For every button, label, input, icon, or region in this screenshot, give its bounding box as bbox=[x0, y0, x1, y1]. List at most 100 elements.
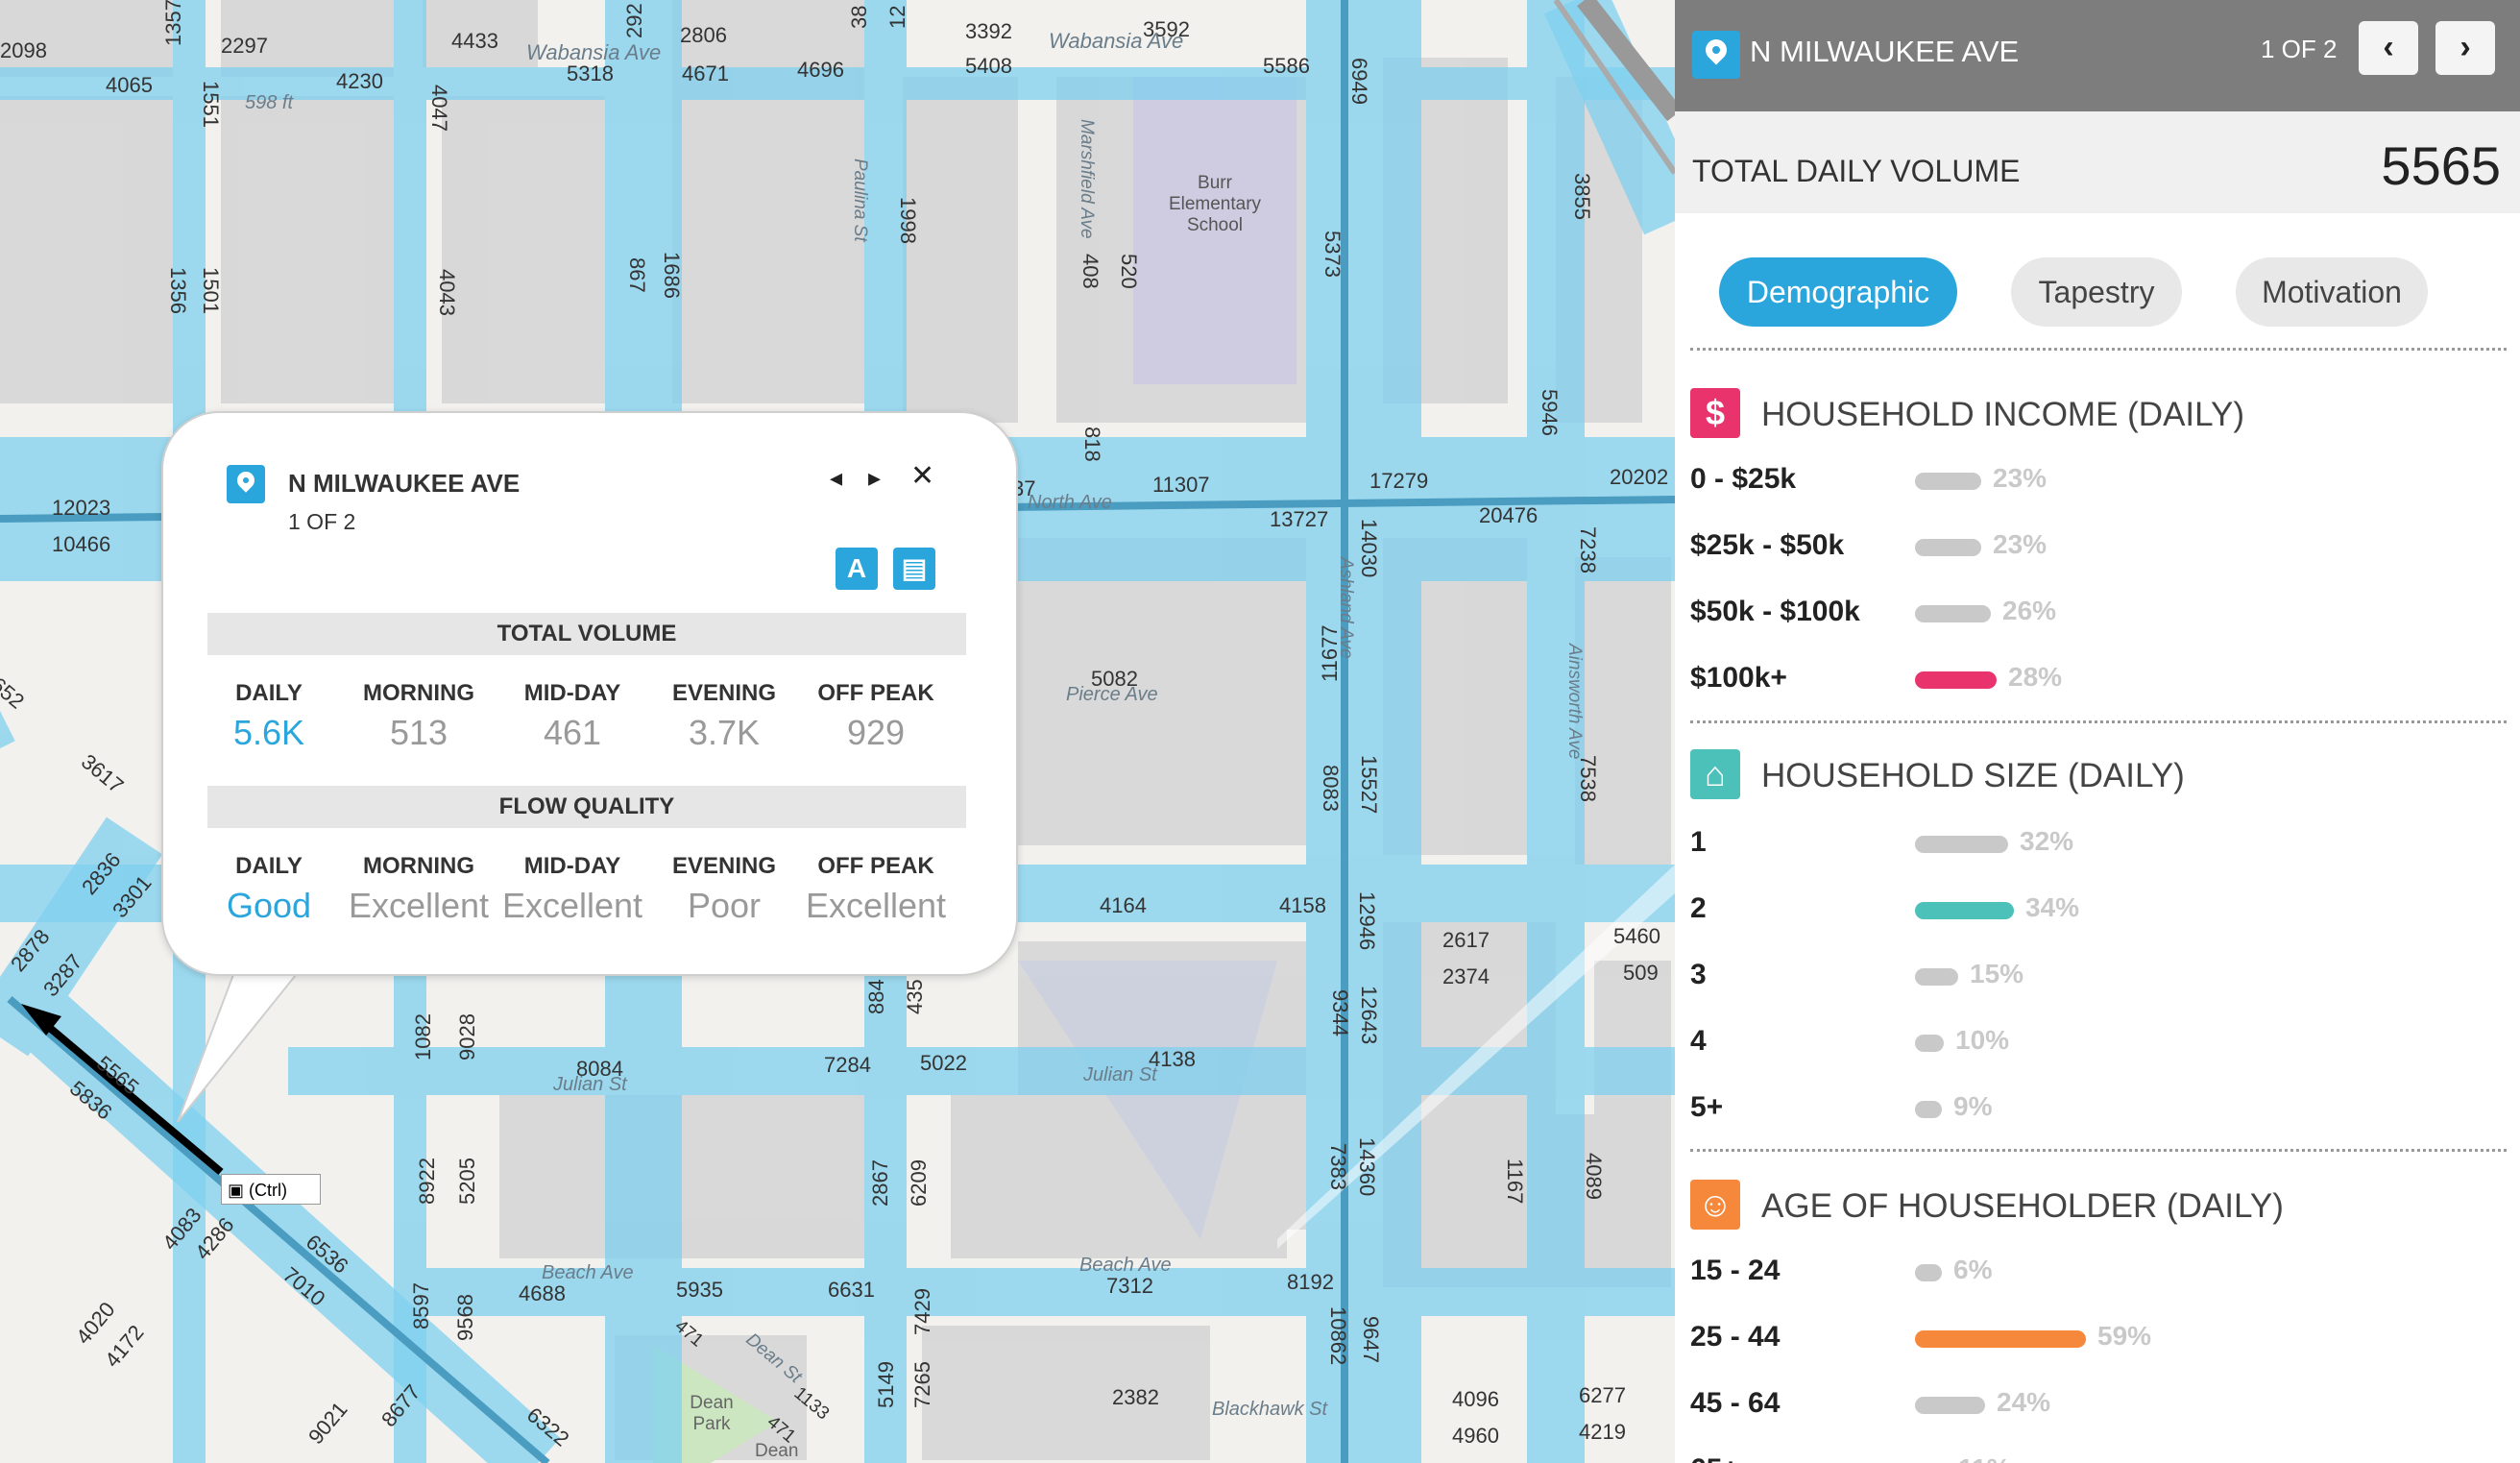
street-label: Ashland Ave bbox=[1336, 557, 1356, 659]
map-label: 4089 bbox=[1582, 1153, 1606, 1200]
stat-bar bbox=[1915, 1035, 1944, 1052]
stat-row: 3 15% bbox=[1690, 955, 2507, 997]
map-label: Dean bbox=[755, 1441, 799, 1461]
stat-row: 4 10% bbox=[1690, 1021, 2507, 1063]
map-label: 9028 bbox=[455, 1013, 479, 1061]
street-label: Marshfield Ave bbox=[1077, 119, 1097, 239]
feature-popup: N MILWAUKEE AVE 1 OF 2 ◂ ▸ ✕ A ▤ TOTAL V… bbox=[161, 411, 1018, 976]
map-label: 6949 bbox=[1347, 58, 1371, 105]
flow-label: MORNING bbox=[363, 853, 474, 879]
flow-label: OFF PEAK bbox=[817, 853, 934, 879]
panel-page-count: 1 OF 2 bbox=[2261, 35, 2338, 63]
popup-next-button[interactable]: ▸ bbox=[868, 463, 881, 493]
map-label: 20202 bbox=[1610, 465, 1669, 489]
map-label: 5460 bbox=[1613, 924, 1660, 948]
stat-label: 4 bbox=[1690, 1025, 1707, 1057]
panel-prev-button[interactable]: ‹ bbox=[2359, 21, 2418, 75]
stat-row: 65+ 11% bbox=[1690, 1450, 2507, 1463]
map-label: 8922 bbox=[415, 1158, 439, 1205]
flow-value: Excellent bbox=[348, 886, 490, 925]
stat-bar bbox=[1915, 836, 2008, 853]
stat-label: 0 - $25k bbox=[1690, 463, 1797, 495]
map-label: 4096 bbox=[1452, 1387, 1499, 1411]
total-daily-volume: TOTAL DAILY VOLUME 5565 bbox=[1675, 111, 2520, 213]
map-label: 12643 bbox=[1357, 986, 1381, 1045]
panel-title: N MILWAUKEE AVE bbox=[1750, 35, 2020, 68]
map-label: 7238 bbox=[1576, 526, 1600, 573]
chevron-right-icon: › bbox=[2459, 29, 2471, 65]
map-label: 867 bbox=[625, 257, 649, 293]
map-label: 2867 bbox=[868, 1159, 892, 1207]
map-label: 15527 bbox=[1357, 755, 1381, 815]
map-label: 884 bbox=[864, 979, 888, 1014]
street-label: Paulina St bbox=[850, 158, 870, 242]
map-label: 5373 bbox=[1321, 231, 1345, 278]
street-label: Julian St bbox=[553, 1074, 627, 1095]
tab-motivation[interactable]: Motivation bbox=[2236, 257, 2428, 327]
home-icon: ⌂ bbox=[1690, 749, 1740, 799]
map-label: 7429 bbox=[910, 1288, 934, 1335]
map-label: 2374 bbox=[1442, 964, 1490, 988]
stat-percent: 6% bbox=[1953, 1255, 1993, 1284]
location-pin-icon bbox=[227, 465, 265, 503]
flow-quality-header: FLOW QUALITY bbox=[207, 786, 966, 828]
map-label: 6277 bbox=[1579, 1383, 1626, 1407]
stat-row: $25k - $50k 23% bbox=[1690, 525, 2507, 568]
popup-close-button[interactable]: ✕ bbox=[910, 459, 934, 493]
stat-label: 3 bbox=[1690, 959, 1707, 990]
map-label: 8597 bbox=[409, 1282, 433, 1329]
volume-value: 513 bbox=[389, 713, 448, 752]
stat-label: 65+ bbox=[1690, 1453, 1739, 1463]
map-label: 4158 bbox=[1279, 893, 1326, 917]
map-label: 1551 bbox=[199, 81, 223, 128]
stat-bar bbox=[1915, 968, 1958, 986]
map-label: 4065 bbox=[106, 73, 153, 97]
paste-options-label: (Ctrl) bbox=[249, 1181, 287, 1200]
stat-label: $100k+ bbox=[1690, 662, 1787, 694]
map-label: 4671 bbox=[682, 61, 729, 85]
map-label: 4043 bbox=[435, 269, 459, 316]
map-label: 408 bbox=[1078, 254, 1102, 289]
map-label: 2098 bbox=[0, 38, 47, 62]
stat-bar bbox=[1915, 1264, 1942, 1281]
flow-morning: MORNING Excellent bbox=[342, 853, 496, 926]
volume-label: EVENING bbox=[671, 680, 777, 706]
map-label: 5022 bbox=[920, 1051, 967, 1075]
stat-row: 5+ 9% bbox=[1690, 1087, 2507, 1130]
stat-bar bbox=[1915, 902, 2014, 919]
total-volume-label: TOTAL DAILY VOLUME bbox=[1692, 154, 2021, 188]
volume-evening: EVENING 3.7K bbox=[647, 680, 801, 753]
map-label: 38 bbox=[847, 5, 871, 29]
stat-row: 25 - 44 59% bbox=[1690, 1317, 2507, 1359]
panel-next-button[interactable]: › bbox=[2435, 21, 2495, 75]
stat-bar bbox=[1915, 1101, 1942, 1118]
map-scale-label: 598 ft bbox=[245, 92, 294, 113]
person-icon: ☺ bbox=[1690, 1180, 1740, 1230]
map-label: 1501 bbox=[199, 267, 223, 314]
map-label: 5586 bbox=[1263, 54, 1310, 78]
popup-prev-button[interactable]: ◂ bbox=[830, 463, 842, 493]
map-label: 4433 bbox=[451, 29, 498, 53]
map-label: 6631 bbox=[828, 1278, 875, 1302]
zoom-to-icon[interactable]: A bbox=[836, 548, 878, 590]
report-icon[interactable]: ▤ bbox=[893, 548, 935, 590]
stat-label: 2 bbox=[1690, 892, 1707, 924]
tab-tapestry[interactable]: Tapestry bbox=[2011, 257, 2182, 327]
stat-bar bbox=[1915, 671, 1997, 689]
volume-midday: MID-DAY 461 bbox=[496, 680, 649, 753]
street-label: Pierce Ave bbox=[1066, 684, 1158, 705]
total-volume-value: 5565 bbox=[2381, 135, 2501, 196]
map-label: 2617 bbox=[1442, 928, 1490, 952]
map-label: 3855 bbox=[1570, 173, 1594, 220]
popup-page-count: 1 OF 2 bbox=[288, 509, 356, 534]
flow-label: MID-DAY bbox=[523, 853, 621, 879]
street-label: Beach Ave bbox=[542, 1262, 634, 1283]
map-label: 11307 bbox=[1152, 473, 1210, 497]
flow-value: Poor bbox=[687, 886, 762, 925]
map-label: 520 bbox=[1117, 254, 1141, 289]
map-label: 7383 bbox=[1326, 1143, 1350, 1190]
map-label: 4164 bbox=[1100, 893, 1147, 917]
paste-options-button[interactable]: ▣ (Ctrl) bbox=[221, 1174, 321, 1205]
tab-demographic[interactable]: Demographic bbox=[1719, 257, 1957, 327]
stat-percent: 32% bbox=[2020, 826, 2074, 856]
